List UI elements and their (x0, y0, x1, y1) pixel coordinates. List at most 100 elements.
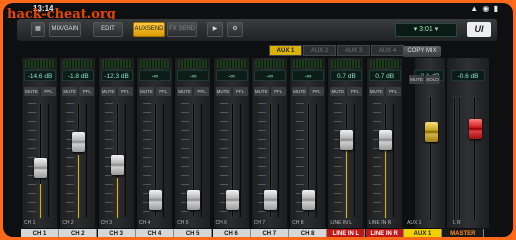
channel-buttons: MUTE PFL (330, 87, 363, 96)
channel-db-readout: -∞ (253, 70, 286, 81)
fader-scale (334, 103, 343, 218)
channel-small-label: CH 2 (62, 220, 74, 226)
pfl-button[interactable]: PFL (347, 87, 363, 96)
aux-fader[interactable] (425, 122, 438, 143)
channel-fader[interactable] (110, 155, 124, 176)
channel-meter (391, 103, 395, 218)
channel-fader[interactable] (225, 190, 239, 211)
mute-button[interactable]: MUTE (368, 87, 384, 96)
channel-buttons: MUTE PFL (253, 87, 286, 96)
channel-top-meter (369, 60, 400, 68)
channel-buttons: MUTE PFL (138, 87, 171, 96)
pfl-button[interactable]: PFL (41, 87, 56, 96)
mute-button[interactable]: MUTE (215, 87, 231, 96)
scene-display[interactable]: ▾ 3:01 ▾ (395, 23, 457, 37)
channel-top-meter (25, 60, 55, 68)
channel-fader[interactable] (340, 129, 354, 150)
channel-top-meter (331, 60, 362, 68)
pfl-button[interactable]: PFL (232, 87, 248, 96)
pfl-button[interactable]: PFL (155, 87, 171, 96)
channel-name-tab[interactable]: CH 8 (289, 229, 328, 237)
pfl-button[interactable]: PFL (79, 87, 95, 96)
tab-aux-2[interactable]: AUX 2 (303, 45, 336, 56)
channel-name-tab[interactable]: CH 2 (59, 229, 98, 237)
channel-fader[interactable] (263, 190, 277, 211)
channel-db-readout: -12.3 dB (100, 70, 133, 81)
tab-aux-4[interactable]: AUX 4 (371, 45, 404, 56)
channel-name-tab[interactable]: CH 6 (212, 229, 251, 237)
channel-fader[interactable] (187, 190, 201, 211)
send-level-fill (116, 177, 118, 218)
channel-small-label: LINE IN L (330, 220, 353, 226)
mute-button[interactable]: MUTE (24, 87, 39, 96)
grid-view-icon[interactable]: ▦ (31, 22, 45, 37)
aux-fader-track (429, 96, 432, 221)
channel-fader[interactable] (378, 129, 392, 150)
channel-top-meter (178, 60, 209, 68)
channel-fader[interactable] (34, 158, 47, 179)
channel-meter (85, 103, 89, 218)
device-screen: 13:14 ▲ ◉ ▮ hack-cheat.org ▦ MIX/GAIN ED… (3, 3, 513, 237)
channel-small-label: CH 6 (215, 220, 227, 226)
channel-strip: -∞ MUTE PFL CH 8 (289, 58, 326, 228)
pfl-button[interactable]: PFL (117, 87, 133, 96)
channel-fader[interactable] (302, 190, 316, 211)
channel-meter (315, 103, 319, 218)
logo: UI (467, 22, 491, 37)
tab-aux-1[interactable]: AUX 1 (269, 45, 302, 56)
edit-button[interactable]: EDIT (93, 22, 123, 37)
mute-button[interactable]: MUTE (253, 87, 269, 96)
channel-fader[interactable] (72, 131, 86, 152)
mute-button[interactable]: MUTE (62, 87, 78, 96)
channel-db-readout: -∞ (138, 70, 171, 81)
channel-buttons: MUTE PFL (62, 87, 95, 96)
channel-meter (47, 103, 50, 218)
aux-mute-button[interactable]: MUTE (409, 75, 424, 84)
master-strip: -0.6 dB L R (447, 58, 489, 228)
channel-db-readout: -∞ (215, 70, 248, 81)
pfl-button[interactable]: PFL (309, 87, 325, 96)
channel-db-readout: -∞ (177, 70, 210, 81)
channel-meter (238, 103, 242, 218)
master-fader[interactable] (469, 119, 482, 140)
fx-send-button[interactable]: FX SEND (167, 22, 197, 37)
channel-strip: 0.7 dB MUTE PFL LINE IN R (365, 58, 402, 228)
mute-button[interactable]: MUTE (138, 87, 154, 96)
channel-meter (123, 103, 127, 218)
play-icon[interactable]: ▶ (207, 22, 223, 37)
pfl-button[interactable]: PFL (270, 87, 286, 96)
channel-name-tab[interactable]: LINE IN R (365, 229, 404, 237)
channel-meter (161, 103, 165, 218)
channel-top-meter (139, 60, 170, 68)
tab-aux-3[interactable]: AUX 3 (337, 45, 370, 56)
channel-fader[interactable] (148, 190, 162, 211)
pfl-button[interactable]: PFL (194, 87, 210, 96)
mute-button[interactable]: MUTE (100, 87, 116, 96)
mute-button[interactable]: MUTE (177, 87, 193, 96)
master-name-tab[interactable]: MASTER (442, 229, 485, 237)
channel-name-tab[interactable]: CH 7 (250, 229, 289, 237)
channel-buttons: MUTE PFL (177, 87, 210, 96)
mute-button[interactable]: MUTE (330, 87, 346, 96)
channel-name-tab[interactable]: CH 5 (174, 229, 213, 237)
aux-name-tab[interactable]: AUX 1 (404, 229, 442, 237)
gear-icon[interactable]: ⚙ (227, 22, 243, 37)
mix-gain-button[interactable]: MIX/GAIN (49, 22, 81, 37)
channel-db-readout: 0.7 dB (368, 70, 401, 81)
channel-top-meter (101, 60, 132, 68)
master-meter-right (458, 96, 461, 221)
system-icons: ▲ ◉ ▮ (470, 4, 499, 13)
copy-mix-button[interactable]: COPY MIX (403, 46, 441, 57)
channel-strip: -∞ MUTE PFL CH 5 (174, 58, 211, 228)
channel-name-tab[interactable]: LINE IN L (327, 229, 366, 237)
mute-button[interactable]: MUTE (292, 87, 308, 96)
auxsend-button[interactable]: AUXSEND (133, 22, 165, 37)
channel-name-tab[interactable]: CH 1 (21, 229, 59, 237)
master-meter-left (453, 96, 456, 221)
channel-name-tab[interactable]: CH 3 (97, 229, 136, 237)
pfl-button[interactable]: PFL (385, 87, 401, 96)
channel-strip: -14.6 dB MUTE PFL CH 1 (21, 58, 57, 228)
aux-solo-button[interactable]: SOLO (425, 75, 440, 84)
channel-name-tab[interactable]: CH 4 (135, 229, 174, 237)
channel-strip: -∞ MUTE PFL CH 6 (212, 58, 249, 228)
